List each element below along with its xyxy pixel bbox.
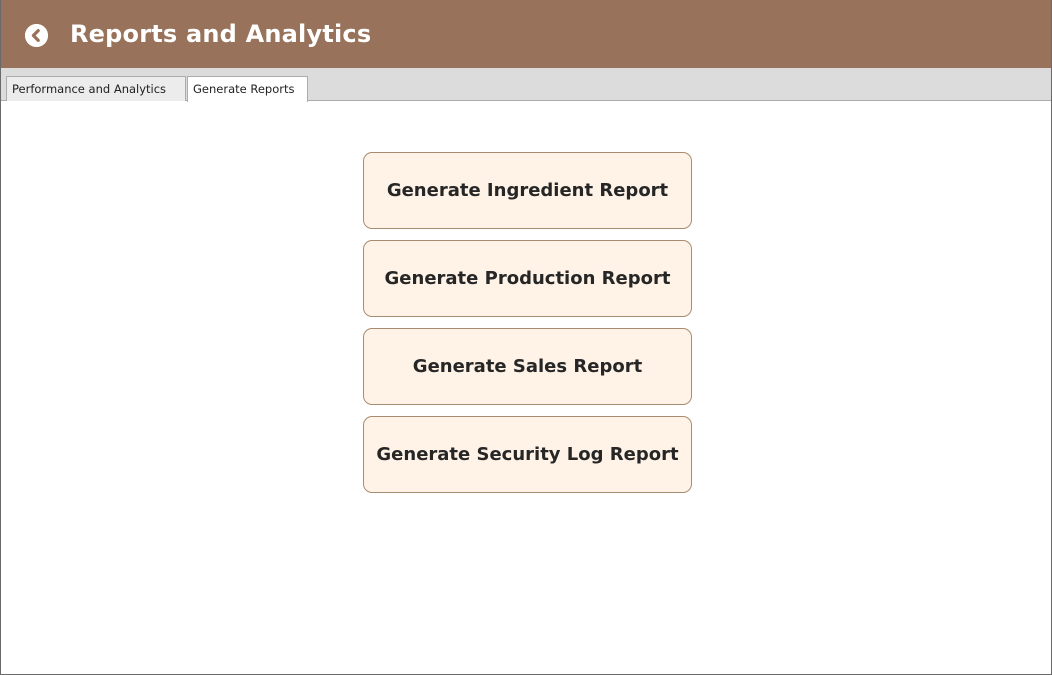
generate-security-log-report-button[interactable]: Generate Security Log Report	[363, 416, 692, 493]
generate-ingredient-report-button[interactable]: Generate Ingredient Report	[363, 152, 692, 229]
tab-performance-and-analytics[interactable]: Performance and Analytics	[6, 76, 186, 101]
page-header: Reports and Analytics	[1, 0, 1051, 68]
tab-generate-reports[interactable]: Generate Reports	[187, 76, 308, 102]
generate-reports-panel: Generate Ingredient Report Generate Prod…	[1, 101, 1051, 674]
page-title: Reports and Analytics	[70, 20, 372, 48]
app-window: Reports and Analytics Performance and An…	[0, 0, 1052, 675]
tab-bar: Performance and Analytics Generate Repor…	[1, 68, 1051, 102]
back-arrow-circle-icon[interactable]	[25, 24, 48, 47]
generate-sales-report-button[interactable]: Generate Sales Report	[363, 328, 692, 405]
generate-production-report-button[interactable]: Generate Production Report	[363, 240, 692, 317]
